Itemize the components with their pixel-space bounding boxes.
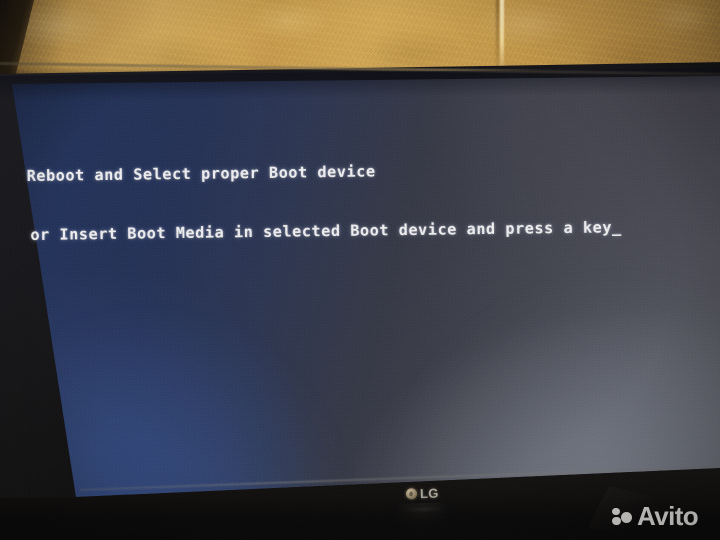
avito-dot-small-bottom [612,516,621,525]
avito-brand-label: Avito [637,501,699,531]
bios-message-line-1: Reboot and Select proper Boot device [26,162,376,185]
wall-seam-shadow [496,0,499,72]
monitor-boot-error-photo: Reboot and Select proper Boot device or … [0,0,720,540]
avito-watermark: Avito [612,501,699,531]
bios-error-message: Reboot and Select proper Boot device or … [26,119,688,284]
avito-dots-icon [612,506,633,527]
bios-message-line-2: or Insert Boot Media in selected Boot de… [30,218,622,244]
avito-dot-large [621,511,632,523]
wall-seam [500,0,504,72]
avito-dot-small-top [612,507,620,515]
